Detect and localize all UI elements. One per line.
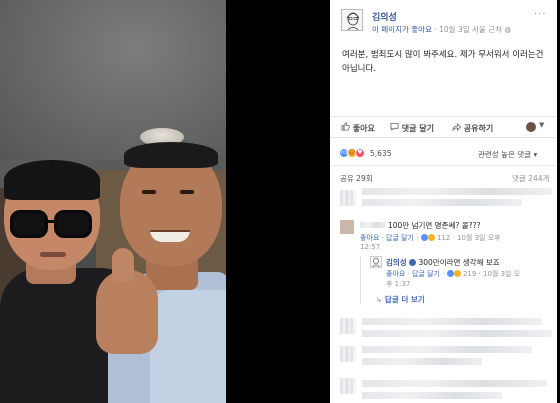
- left-person-glasses-bridge: [46, 220, 56, 223]
- screenshot-frame: 김의성 이 페이지가 좋아요 · 10월 3일 서울 근처 ◍ ··· 여러분,…: [0, 0, 560, 403]
- reply-author-name[interactable]: 김의성: [386, 258, 407, 267]
- post-photo[interactable]: [0, 0, 226, 403]
- like-badge-icon: [420, 234, 428, 241]
- right-person-eye-left: [142, 190, 156, 194]
- meta-separator: ·: [434, 25, 437, 34]
- haha-badge-icon: [427, 234, 435, 241]
- right-person-sleeve: [150, 290, 226, 403]
- reply-author-avatar[interactable]: [370, 256, 382, 268]
- blurred-comment: [362, 318, 542, 325]
- blurred-comment: [362, 380, 547, 387]
- reply-thread-line: [360, 256, 361, 304]
- share-button[interactable]: 공유하기: [451, 122, 493, 134]
- speech-bubble-icon: [389, 122, 399, 133]
- thumbs-up-hand: [96, 270, 158, 354]
- share-count[interactable]: 공유 29회: [340, 173, 373, 184]
- comment-reaction-count[interactable]: 112: [437, 234, 450, 242]
- comment-text: 100만 넘기면 명존쎄? 콜???: [388, 221, 481, 230]
- reply-like-link[interactable]: 좋아요: [386, 270, 405, 278]
- chevron-down-icon[interactable]: ▼: [539, 121, 544, 129]
- blurred-comment: [362, 188, 552, 195]
- page-avatar[interactable]: [341, 9, 363, 31]
- right-person-smile: [150, 230, 190, 242]
- verified-badge-icon: [409, 259, 417, 266]
- left-person-glasses-right: [54, 210, 92, 238]
- reactions-row: 👍︎ ☺︎ ♥︎ 5,635 관련성 높은 댓글 ▾: [330, 143, 557, 163]
- post-header: 김의성 이 페이지가 좋아요 · 10월 3일 서울 근처 ◍ ···: [330, 0, 557, 40]
- blurred-comment: [362, 330, 552, 337]
- blurred-comment: [362, 392, 502, 399]
- left-person-mouth: [40, 252, 66, 257]
- left-person-hair: [4, 160, 100, 200]
- blurred-avatar: [340, 378, 356, 394]
- haha-badge-icon: [453, 270, 461, 277]
- portrait-sketch-icon: [372, 257, 380, 268]
- blurred-comment: [362, 346, 532, 353]
- right-person-hair: [124, 142, 218, 168]
- like-button[interactable]: 좋아요: [340, 122, 375, 134]
- share-comment-counts: 공유 29회 댓글 244개: [330, 165, 557, 185]
- comment-button-label: 댓글 달기: [401, 124, 435, 133]
- more-options-icon[interactable]: ···: [534, 9, 547, 20]
- reply-reply-link[interactable]: 답글 달기: [412, 270, 440, 278]
- comment-time[interactable]: 10월 3일 오후: [457, 234, 501, 242]
- thumbs-up-thumb: [112, 248, 134, 282]
- view-more-replies-link[interactable]: ↳ 답글 더 보기: [376, 294, 425, 305]
- reply-reaction-count[interactable]: 219: [463, 270, 476, 278]
- comment-reply-link[interactable]: 답글 달기: [386, 234, 414, 242]
- commenter-avatar[interactable]: [340, 220, 354, 234]
- blurred-comment: [362, 199, 522, 206]
- blurred-commenter-name: [360, 222, 386, 228]
- left-person-glasses-left: [10, 210, 48, 238]
- post-side-panel: 김의성 이 페이지가 좋아요 · 10월 3일 서울 근처 ◍ ··· 여러분,…: [330, 0, 557, 403]
- photo-background: [0, 0, 226, 160]
- comment-sort-dropdown[interactable]: 관련성 높은 댓글 ▾: [478, 149, 537, 160]
- blurred-comment: [362, 358, 482, 365]
- like-button-label: 좋아요: [352, 124, 375, 133]
- reply-time[interactable]: 10월 3일 오: [483, 270, 520, 278]
- post-meta: 이 페이지가 좋아요 · 10월 3일 서울 근처 ◍: [372, 24, 511, 35]
- globe-icon: ◍: [504, 25, 511, 34]
- comment-meta: 좋아요 · 답글 달기 · 112 · 10월 3일 오후: [360, 234, 501, 242]
- blurred-avatar: [340, 346, 356, 362]
- reply-time-continued: 후 1:37: [386, 280, 411, 288]
- post-timestamp[interactable]: 10월 3일 서울 근처: [439, 25, 502, 34]
- share-button-label: 공유하기: [463, 124, 494, 133]
- viewer-avatar[interactable]: [526, 122, 536, 132]
- reaction-count[interactable]: 5,635: [370, 149, 391, 158]
- reply-text: 300만이라면 생각해 보죠: [418, 258, 500, 267]
- blurred-avatar: [340, 190, 356, 206]
- love-reaction-icon[interactable]: ♥︎: [355, 148, 365, 158]
- reply-meta: 좋아요 · 답글 달기 · 219 · 10월 3일 오: [386, 270, 521, 278]
- like-badge-icon: [446, 270, 454, 277]
- comment-count[interactable]: 댓글 244개: [512, 173, 549, 184]
- comment-like-link[interactable]: 좋아요: [360, 234, 379, 242]
- right-person-eye-right: [180, 190, 194, 194]
- reply-line: 김의성 300만이라면 생각해 보죠: [386, 257, 500, 268]
- post-actions-bar: 좋아요 댓글 달기 공유하기 ▼: [330, 116, 557, 138]
- post-body-text: 여러분, 범죄도시 많이 봐주세요. 제가 무서워서 이러는건 아닙니다.: [342, 50, 544, 74]
- comment-button[interactable]: 댓글 달기: [389, 122, 434, 134]
- reply-arrow-icon: ↳: [376, 295, 383, 304]
- thumbs-up-icon: [340, 122, 350, 133]
- view-more-replies-label: 답글 더 보기: [384, 295, 425, 304]
- share-arrow-icon: [451, 122, 461, 133]
- portrait-sketch-icon: [346, 12, 360, 30]
- page-name-link[interactable]: 김의성: [372, 10, 397, 23]
- page-liked-link[interactable]: 이 페이지가 좋아요: [372, 25, 432, 34]
- blurred-avatar: [340, 318, 356, 334]
- comment-time-continued: 12:57: [360, 243, 381, 251]
